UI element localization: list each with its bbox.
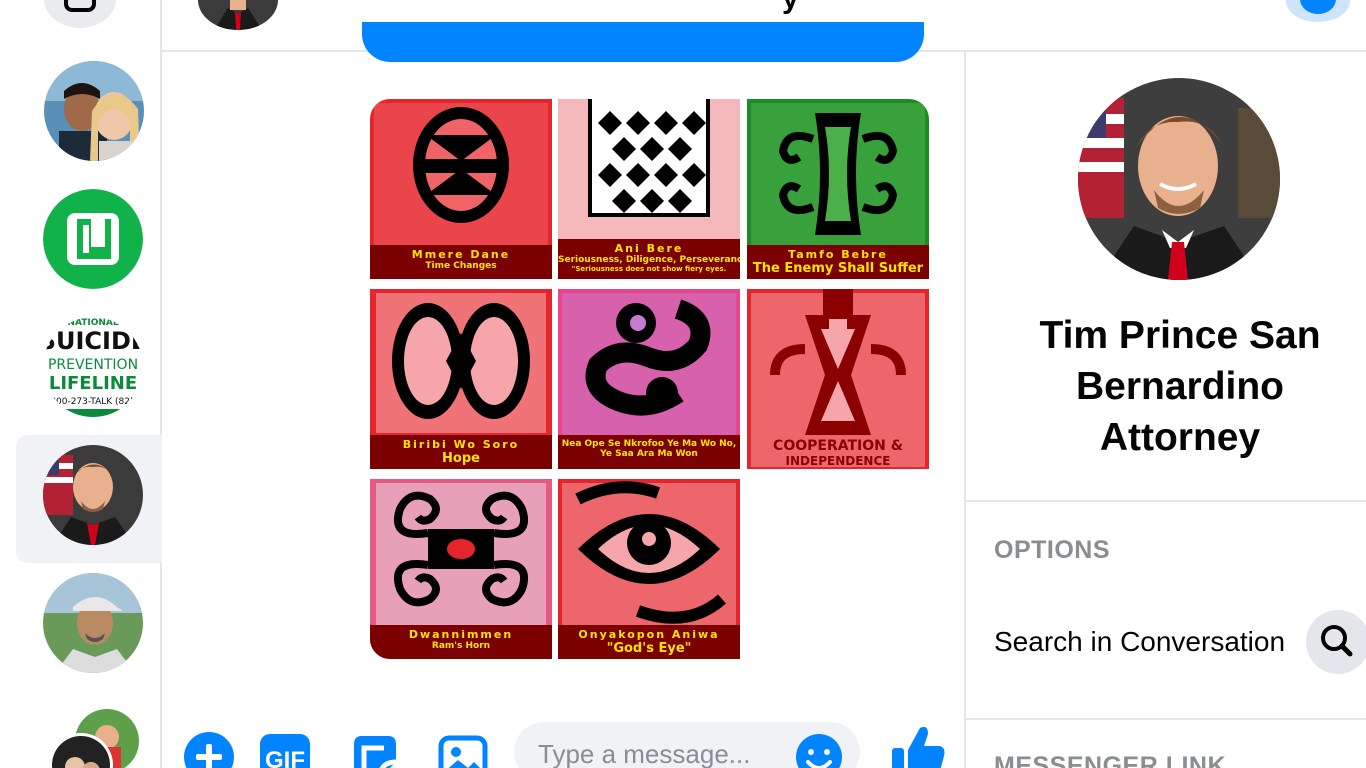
search-in-conversation-label[interactable]: Search in Conversation [994,626,1285,658]
more-actions-button[interactable] [184,732,234,768]
conversation-item-man-cap[interactable] [43,573,143,673]
tile-caption-subtitle: INDEPENDENCE [785,454,891,468]
avatar [49,709,139,768]
avatar [44,61,144,161]
tile-caption: Tamfo Bebre The Enemy Shall Suffer [747,245,929,279]
avatar [1078,78,1280,280]
new-message-button[interactable] [44,0,116,28]
options-heading[interactable]: OPTIONS [994,536,1110,565]
image-tile[interactable]: Dwannimmen Ram's Horn [370,479,552,659]
plus-icon [184,732,234,768]
image-tile[interactable]: Biribi Wo Soro Hope [370,289,552,469]
sticker-button[interactable] [350,732,400,768]
chat-area: Mmere Dane Time Changes Ani Bere Serious… [162,22,964,768]
lifeline-lifeline: LIFELINE [49,373,137,394]
image-icon [438,735,488,768]
lifeline-prevention: PREVENTION [48,357,138,373]
tile-caption-title: Onyakopon Aniwa [578,628,720,641]
conversation-details-panel: Tim Prince San Bernardino Attorney OPTIO… [964,52,1366,768]
image-tile[interactable]: Tamfo Bebre The Enemy Shall Suffer [747,99,929,279]
message-composer: GIF [162,722,964,768]
conversation-item-green-logo[interactable] [43,189,143,289]
conversation-sidebar: NATIONAL SUICIDE PREVENTION LIFELINE 800… [0,0,162,768]
messenger-link-heading[interactable]: MESSENGER LINK [994,752,1226,768]
messenger-window: NATIONAL SUICIDE PREVENTION LIFELINE 800… [0,0,1366,768]
gif-label: GIF [265,747,305,768]
conversation-item-family[interactable] [43,701,143,768]
message-input-box[interactable] [514,722,860,768]
tile-caption: Dwannimmen Ram's Horn [370,625,552,659]
search-in-conversation-button[interactable] [1306,610,1366,674]
tile-caption: Biribi Wo Soro Hope [370,435,552,469]
thumbs-up-icon [892,726,945,768]
like-button[interactable] [888,722,948,768]
header-avatar[interactable] [198,0,278,30]
search-icon [1321,625,1353,657]
message-bubble[interactable] [362,22,924,62]
tile-caption-quote: "Seriousness does not show fiery eyes. [571,265,727,273]
gif-icon: GIF [260,734,310,768]
tile-caption-title: COOPERATION & [773,438,903,454]
tile-caption-title: Dwannimmen [408,628,514,641]
tile-caption-title: Nea Ope Se Nkrofoo Ye Ma Wo No, [561,439,737,449]
conversation-item-couple[interactable] [44,61,144,161]
tile-caption-subtitle: "God's Eye" [606,641,692,656]
conversation-title: y [782,0,799,16]
avatar [43,445,143,545]
tile-caption-title: Tamfo Bebre [788,248,888,261]
green-logo-icon [43,189,143,289]
info-button[interactable] [1286,0,1350,22]
tile-caption: Nea Ope Se Nkrofoo Ye Ma Wo No, Ye Saa A… [558,435,740,469]
tile-caption: COOPERATION & INDEPENDENCE [747,435,929,469]
tile-caption: Mmere Dane Time Changes [370,245,552,279]
tile-caption-subtitle: Ram's Horn [431,641,491,651]
tile-caption: Ani Bere Seriousness, Diligence, Perseve… [558,239,740,279]
image-tile[interactable]: Onyakopon Aniwa "God's Eye" [558,479,740,659]
conversation-item-lifeline[interactable]: NATIONAL SUICIDE PREVENTION LIFELINE 800… [43,317,143,417]
lifeline-suicide: SUICIDE [43,327,143,355]
info-icon [1300,0,1336,14]
avatar [43,573,143,673]
lifeline-phone: 800-273-TALK (825 [50,397,135,407]
tile-caption-subtitle: Time Changes [425,261,497,271]
message-input[interactable] [538,736,788,768]
profile-avatar[interactable] [1078,78,1280,280]
tile-caption: Onyakopon Aniwa "God's Eye" [558,625,740,659]
tile-caption-subtitle: Seriousness, Diligence, Perseverance [558,255,740,265]
tile-caption-title: Biribi Wo Soro [402,438,520,451]
lifeline-logo: NATIONAL SUICIDE PREVENTION LIFELINE 800… [43,317,143,417]
gif-button[interactable]: GIF [258,732,310,768]
tile-caption-title: Mmere Dane [411,248,511,261]
divider [966,500,1366,502]
new-message-icon [64,0,96,12]
sticker-icon [354,736,397,768]
profile-name: Tim Prince San Bernardino Attorney [1039,314,1321,459]
conversation-item-attorney[interactable] [43,445,143,545]
avatar [198,0,278,30]
tile-caption-title: Ani Bere [614,242,684,255]
image-tile[interactable]: Nea Ope Se Nkrofoo Ye Ma Wo No, Ye Saa A… [558,289,740,469]
tile-caption-subtitle: Hope [442,451,480,466]
image-button[interactable] [438,732,488,768]
image-tile[interactable]: COOPERATION & INDEPENDENCE [747,289,929,469]
divider [966,718,1366,720]
tile-caption-subtitle: The Enemy Shall Suffer [752,261,924,276]
image-tile[interactable]: Ani Bere Seriousness, Diligence, Perseve… [558,99,740,279]
tile-caption-subtitle: Ye Saa Ara Ma Won [600,449,698,459]
emoji-icon[interactable] [796,734,842,768]
image-tile[interactable]: Mmere Dane Time Changes [370,99,552,279]
